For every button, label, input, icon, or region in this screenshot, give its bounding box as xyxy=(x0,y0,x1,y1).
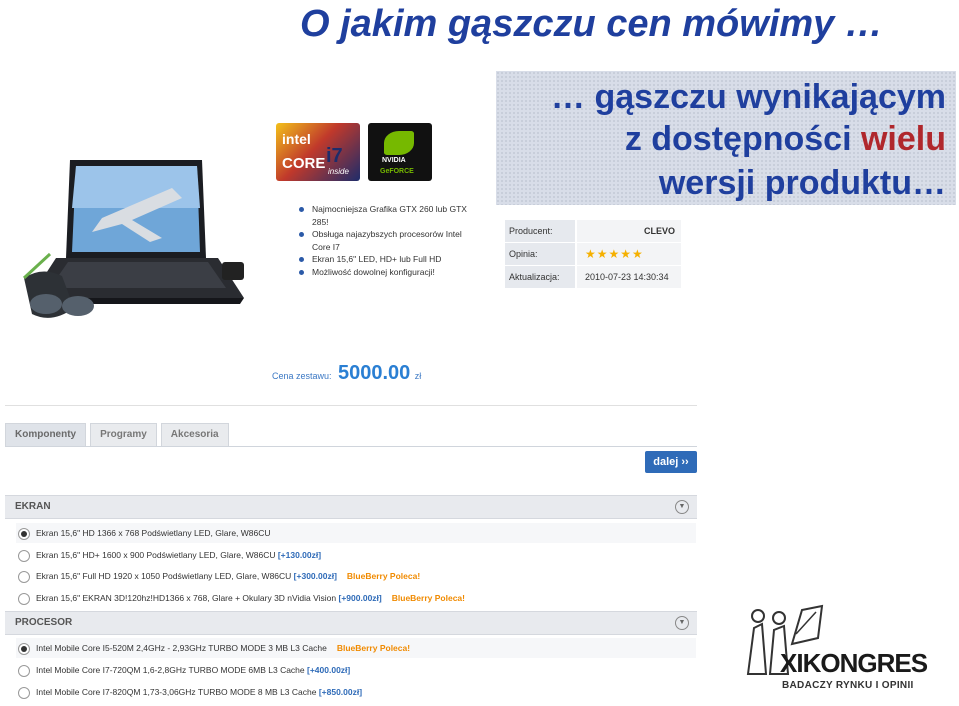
producer-row: Producent: CLEVO xyxy=(505,220,681,242)
congress-subtitle: BADACZY RYNKU I OPINII xyxy=(782,680,914,691)
tab-komponenty[interactable]: Komponenty xyxy=(5,423,87,447)
option-ekran-3d[interactable]: Ekran 15,6" EKRAN 3D!120hz!HD1366 x 768,… xyxy=(18,589,465,607)
geforce-text: GeFORCE xyxy=(380,168,414,175)
updated-row: Aktualizacja: 2010-07-23 14:30:34 xyxy=(505,266,681,288)
option-price-extra: [+900.00zł] xyxy=(338,593,382,603)
option-label: Ekran 15,6" HD 1366 x 768 Podświetlany L… xyxy=(36,528,271,538)
nvidia-brand-text: NVIDIA xyxy=(382,157,406,164)
producer-value: CLEVO xyxy=(577,220,681,242)
option-label: Ekran 15,6" HD+ 1600 x 900 Podświetlany … xyxy=(36,550,278,560)
option-label: Ekran 15,6" Full HD 1920 x 1050 Podświet… xyxy=(36,571,294,581)
option-ekran-fullhd[interactable]: Ekran 15,6" Full HD 1920 x 1050 Podświet… xyxy=(18,567,420,585)
price-value: 5000.00 xyxy=(338,362,411,384)
option-label: Intel Mobile Core I7-720QM 1,6-2,8GHz TU… xyxy=(36,665,307,675)
callout-box: … gąszczu wynikającym z dostępności wiel… xyxy=(496,71,956,205)
radio-button[interactable] xyxy=(18,642,30,655)
option-cpu-i7-820qm[interactable]: Intel Mobile Core I7-820QM 1,73-3,06GHz … xyxy=(18,683,362,701)
next-button[interactable]: dalej ›› xyxy=(645,451,697,473)
nvidia-eye-icon xyxy=(384,131,414,155)
callout-line-3: wersji produktu… xyxy=(658,164,946,202)
rating-stars: ★★★★★ xyxy=(577,243,681,265)
option-label: Ekran 15,6" EKRAN 3D!120hz!HD1366 x 768,… xyxy=(36,593,339,603)
product-info-table: Producent: CLEVO Opinia: ★★★★★ Aktualiza… xyxy=(505,220,681,289)
feature-list: Najmocniejsza Grafika GTX 260 lub GTX 28… xyxy=(296,203,478,279)
star-icons: ★★★★★ xyxy=(585,247,644,261)
intel-inside-text: inside xyxy=(328,167,349,176)
price-block: Cena zestawu: 5000.00 zł xyxy=(272,362,421,385)
price-currency: zł xyxy=(414,371,422,381)
feature-item: Najmocniejsza Grafika GTX 260 lub GTX 28… xyxy=(296,203,478,228)
tab-bar: Komponenty Programy Akcesoria xyxy=(5,423,233,447)
rating-row: Opinia: ★★★★★ xyxy=(505,243,681,265)
option-ekran-hd[interactable]: Ekran 15,6" HD 1366 x 768 Podświetlany L… xyxy=(18,524,271,542)
option-cpu-i7-720qm[interactable]: Intel Mobile Core I7-720QM 1,6-2,8GHz TU… xyxy=(18,661,350,679)
nvidia-geforce-badge: NVIDIA GeFORCE xyxy=(368,123,432,181)
option-price-extra: [+300.00zł] xyxy=(293,571,337,581)
radio-button[interactable] xyxy=(18,592,30,605)
feature-item: Możliwość dowolnej konfiguracji! xyxy=(296,266,478,279)
option-label: Intel Mobile Core I5-520M 2,4GHz - 2,93G… xyxy=(36,643,327,653)
congress-wordmark: XIKONGRES xyxy=(780,648,928,679)
intel-core-i7-badge: intel CORE i7 inside xyxy=(276,123,360,181)
tab-programy[interactable]: Programy xyxy=(90,423,157,447)
kongres-text: KONGRES xyxy=(802,648,928,678)
callout-line-2: z dostępności wielu xyxy=(625,119,946,159)
callout-line-2-a: z dostępności xyxy=(624,120,861,158)
tab-akcesoria[interactable]: Akcesoria xyxy=(160,423,229,447)
radio-button[interactable] xyxy=(18,527,30,540)
chevron-down-icon[interactable]: ▼ xyxy=(675,616,689,630)
callout-line-2-b: wielu xyxy=(860,120,946,158)
option-label: Intel Mobile Core I7-820QM 1,73-3,06GHz … xyxy=(36,687,319,697)
updated-value: 2010-07-23 14:30:34 xyxy=(577,266,681,288)
radio-button[interactable] xyxy=(18,549,30,562)
price-label: Cena zestawu: xyxy=(272,371,332,381)
tab-underline xyxy=(5,446,697,447)
recommended-badge: BlueBerry Poleca! xyxy=(391,593,465,603)
section-title: PROCESOR xyxy=(15,617,73,628)
feature-item: Obsługa najazybszych procesorów Intel Co… xyxy=(296,228,478,253)
recommended-badge: BlueBerry Poleca! xyxy=(346,571,421,581)
option-price-extra: [+130.00zł] xyxy=(277,550,322,560)
laptop-image xyxy=(22,160,244,318)
divider xyxy=(5,405,697,406)
congress-logo: XIKONGRES BADACZY RYNKU I OPINII xyxy=(744,604,944,700)
xi-text: XI xyxy=(780,648,804,678)
option-price-extra: [+400.00zł] xyxy=(307,665,351,675)
radio-button[interactable] xyxy=(18,686,30,699)
option-price-extra: [+850.00zł] xyxy=(318,687,363,697)
intel-model-text: i7 xyxy=(326,145,343,167)
section-procesor-header[interactable]: PROCESOR ▼ xyxy=(5,611,697,635)
intel-core-text: CORE xyxy=(282,155,326,172)
section-title: EKRAN xyxy=(15,501,51,512)
rating-label: Opinia: xyxy=(505,243,575,265)
intel-brand-text: intel xyxy=(282,131,311,147)
feature-item: Ekran 15,6" LED, HD+ lub Full HD xyxy=(296,253,478,266)
recommended-badge: BlueBerry Poleca! xyxy=(336,643,411,653)
radio-button[interactable] xyxy=(18,570,30,583)
producer-label: Producent: xyxy=(505,220,575,242)
option-cpu-i5-520m[interactable]: Intel Mobile Core I5-520M 2,4GHz - 2,93G… xyxy=(18,639,410,657)
updated-label: Aktualizacja: xyxy=(505,266,575,288)
section-ekran-header[interactable]: EKRAN ▼ xyxy=(5,495,697,519)
radio-button[interactable] xyxy=(18,664,30,677)
chevron-down-icon[interactable]: ▼ xyxy=(675,500,689,514)
callout-line-1: … gąszczu wynikającym xyxy=(551,78,946,116)
option-ekran-hdplus[interactable]: Ekran 15,6" HD+ 1600 x 900 Podświetlany … xyxy=(18,546,321,564)
slide-title: O jakim gąszczu cen mówimy … xyxy=(300,3,883,45)
